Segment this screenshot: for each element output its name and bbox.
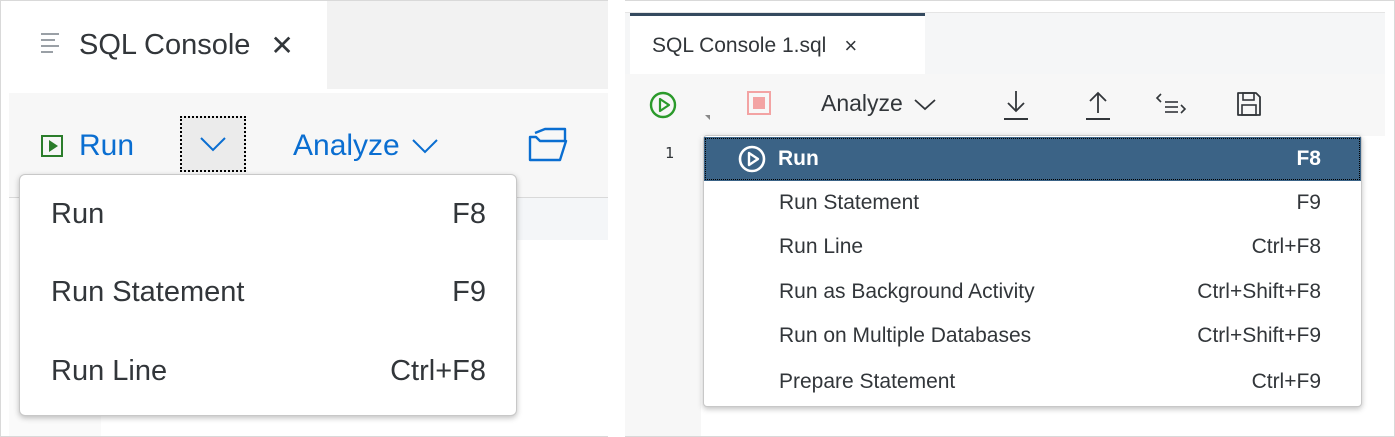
- menu-item-shortcut: Ctrl+Shift+F8: [1197, 280, 1321, 303]
- tab-sql-console-1[interactable]: SQL Console 1.sql ×: [630, 13, 925, 75]
- left-tab-bar: SQL Console ✕: [1, 1, 608, 89]
- tab-title: SQL Console: [79, 28, 251, 61]
- menu-item-run-statement[interactable]: Run Statement F9: [704, 181, 1361, 225]
- analyze-button[interactable]: Analyze: [293, 129, 440, 163]
- save-button[interactable]: [1235, 90, 1263, 123]
- menu-item-run[interactable]: Run F8: [704, 137, 1361, 181]
- menu-item-label: Prepare Statement: [779, 370, 956, 393]
- menu-item-label: Run: [51, 197, 105, 230]
- stop-button[interactable]: [747, 91, 771, 115]
- upload-icon: [1086, 91, 1110, 120]
- tab-sql-console[interactable]: SQL Console ✕: [1, 1, 327, 89]
- menu-item-run-line[interactable]: Run Line Ctrl+F8: [704, 225, 1361, 269]
- run-dropdown-arrow-icon[interactable]: [705, 115, 710, 120]
- analyze-label: Analyze: [821, 90, 903, 116]
- analyze-button[interactable]: Analyze: [821, 90, 941, 117]
- menu-item-shortcut: Ctrl+F8: [1251, 235, 1321, 258]
- close-icon[interactable]: ×: [844, 33, 857, 59]
- analyze-label: Analyze: [293, 129, 400, 162]
- download-button[interactable]: [1002, 89, 1030, 126]
- menu-item-run-statement[interactable]: Run Statement F9: [51, 272, 486, 312]
- menu-item-prepare-statement[interactable]: Prepare Statement Ctrl+F9: [704, 360, 1361, 404]
- menu-item-shortcut: Ctrl+Shift+F9: [1197, 324, 1321, 347]
- run-button[interactable]: [648, 90, 678, 125]
- run-label: Run: [79, 129, 135, 162]
- run-circle-icon: [737, 145, 767, 181]
- download-icon: [1004, 91, 1028, 120]
- menu-item-label: Run as Background Activity: [779, 280, 1035, 303]
- menu-item-label: Run Statement: [779, 191, 920, 214]
- line-number: 1: [665, 144, 675, 162]
- menu-item-label: Run on Multiple Databases: [779, 324, 1032, 347]
- format-code-icon: [1155, 93, 1187, 114]
- menu-item-shortcut: F9: [452, 275, 486, 308]
- chevron-down-icon: [200, 137, 226, 152]
- panel-separator: [608, 0, 625, 437]
- menu-item-label: Run: [778, 147, 819, 170]
- menu-item-run-line[interactable]: Run Line Ctrl+F8: [51, 351, 486, 391]
- right-tab-bar: SQL Console 1.sql ×: [625, 12, 1385, 75]
- menu-item-shortcut: F9: [1296, 191, 1321, 214]
- open-folder-button[interactable]: [527, 127, 569, 168]
- chevron-down-icon: [914, 98, 936, 110]
- menu-item-run[interactable]: Run F8: [51, 194, 486, 234]
- editor-gutter: [625, 136, 701, 436]
- menu-item-shortcut: F8: [452, 197, 486, 230]
- menu-item-shortcut: Ctrl+F8: [390, 354, 486, 387]
- close-icon[interactable]: ✕: [270, 29, 293, 62]
- menu-item-run-background[interactable]: Run as Background Activity Ctrl+Shift+F8: [704, 270, 1361, 314]
- left-run-menu: Run F8 Run Statement F9 Run Line Ctrl+F8: [19, 174, 517, 416]
- menu-item-shortcut: Ctrl+F9: [1251, 370, 1321, 393]
- tab-title: SQL Console 1.sql: [652, 33, 827, 57]
- right-run-menu: Run F8 Run Statement F9 Run Line Ctrl+F8…: [703, 135, 1362, 407]
- save-icon: [1237, 92, 1261, 116]
- menu-item-label: Run Line: [51, 354, 168, 387]
- menu-item-label: Run Statement: [51, 275, 245, 308]
- stop-icon: [753, 97, 765, 109]
- format-code-button[interactable]: [1154, 92, 1188, 123]
- run-button[interactable]: Run: [41, 129, 134, 163]
- document-lines-icon: [41, 33, 63, 53]
- upload-button[interactable]: [1084, 89, 1112, 126]
- menu-item-label: Run Line: [779, 235, 864, 258]
- run-circle-icon: [649, 91, 677, 119]
- run-dropdown-button[interactable]: [180, 116, 246, 172]
- chevron-down-icon: [412, 139, 438, 154]
- run-icon: [41, 135, 63, 157]
- menu-item-shortcut: F8: [1296, 147, 1321, 170]
- open-folder-icon: [528, 127, 568, 162]
- menu-item-run-multiple-databases[interactable]: Run on Multiple Databases Ctrl+Shift+F9: [704, 314, 1361, 358]
